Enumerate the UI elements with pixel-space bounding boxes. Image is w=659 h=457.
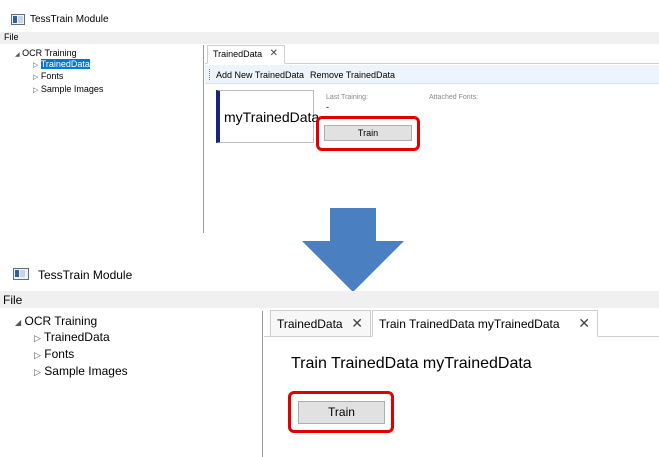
- tree-item-label: Sample Images: [40, 84, 104, 94]
- tree-item-label: TrainedData: [40, 59, 90, 69]
- tree-item-traineddata[interactable]: ▷ TrainedData: [33, 59, 90, 69]
- tree-item-label: OCR Training: [24, 314, 98, 328]
- tab-label: TrainedData: [213, 49, 263, 59]
- last-training-value: -: [326, 102, 329, 112]
- content-pane: TrainedData ✕ Train TrainedData myTraine…: [264, 305, 659, 457]
- toolbar-grip[interactable]: [209, 69, 210, 80]
- close-icon[interactable]: ✕: [270, 48, 278, 59]
- collapse-caret-icon[interactable]: ◢: [15, 51, 20, 58]
- tree-item-sample-images[interactable]: ▷ Sample Images: [33, 84, 103, 94]
- tree-item-label: Fonts: [44, 347, 75, 361]
- window-title: TessTrain Module: [30, 14, 109, 25]
- tree-view: ◢ OCR Training ▷ TrainedData ▷ Fonts ▷ S…: [0, 311, 263, 457]
- tab-traineddata[interactable]: TrainedData ✕: [270, 310, 371, 337]
- tree-item-label: OCR Training: [22, 48, 77, 58]
- expand-caret-icon[interactable]: ▷: [34, 367, 41, 378]
- close-icon[interactable]: ✕: [351, 315, 363, 332]
- tab-traineddata[interactable]: TrainedData ✕: [207, 45, 285, 64]
- add-traineddata-button[interactable]: Add New TrainedData: [216, 70, 304, 80]
- tab-strip: TrainedData ✕ Train TrainedData myTraine…: [264, 310, 659, 337]
- screenshot-before: TessTrain Module File ◢ OCR Training ▷ T…: [0, 0, 659, 233]
- window-title: TessTrain Module: [38, 268, 133, 282]
- close-icon[interactable]: ✕: [578, 315, 590, 332]
- page-heading: Train TrainedData myTrainedData: [291, 355, 532, 372]
- menu-file[interactable]: File: [4, 32, 19, 42]
- traineddata-name: myTrainedData: [224, 109, 320, 125]
- expand-caret-icon[interactable]: ▷: [33, 73, 38, 81]
- menu-bar: File: [0, 32, 659, 44]
- remove-traineddata-button[interactable]: Remove TrainedData: [310, 70, 395, 80]
- tree-item-label: Sample Images: [44, 364, 128, 378]
- collapse-caret-icon[interactable]: ◢: [15, 318, 21, 327]
- expand-caret-icon[interactable]: ▷: [33, 61, 38, 69]
- tree-item-traineddata[interactable]: ▷ TrainedData: [34, 330, 110, 344]
- expand-caret-icon[interactable]: ▷: [34, 350, 41, 361]
- tree-item-fonts[interactable]: ▷ Fonts: [34, 347, 74, 361]
- attached-fonts-label: Attached Fonts:: [429, 94, 479, 101]
- last-training-label: Last Training:: [326, 94, 369, 101]
- tab-train-traineddata[interactable]: Train TrainedData myTrainedData ✕: [372, 310, 598, 337]
- tree-item-label: Fonts: [40, 71, 64, 81]
- traineddata-card[interactable]: myTrainedData: [216, 90, 319, 143]
- tree-view: ◢ OCR Training ▷ TrainedData ▷ Fonts ▷ S…: [9, 45, 204, 233]
- tab-strip: TrainedData ✕: [205, 45, 659, 64]
- tree-item-sample-images[interactable]: ▷ Sample Images: [34, 364, 128, 378]
- tree-item-ocr-training[interactable]: ◢ OCR Training: [15, 48, 77, 58]
- screenshot-after: TessTrain Module File ◢ OCR Training ▷ T…: [0, 260, 659, 457]
- tree-item-ocr-training[interactable]: ◢ OCR Training: [15, 314, 97, 328]
- tab-label: TrainedData: [277, 317, 343, 331]
- highlight-box: [316, 116, 420, 151]
- tree-item-label: TrainedData: [44, 330, 110, 344]
- toolbar: Add New TrainedData Remove TrainedData: [205, 65, 659, 84]
- tree-item-fonts[interactable]: ▷ Fonts: [33, 71, 63, 81]
- expand-caret-icon[interactable]: ▷: [34, 333, 41, 344]
- content-pane: TrainedData ✕ Add New TrainedData Remove…: [205, 45, 659, 233]
- expand-caret-icon[interactable]: ▷: [33, 86, 38, 94]
- window-icon: [11, 14, 25, 25]
- tab-label: Train TrainedData myTrainedData: [379, 317, 560, 331]
- menu-file[interactable]: File: [3, 293, 22, 307]
- highlight-box: [288, 391, 394, 433]
- window-icon: [13, 268, 29, 280]
